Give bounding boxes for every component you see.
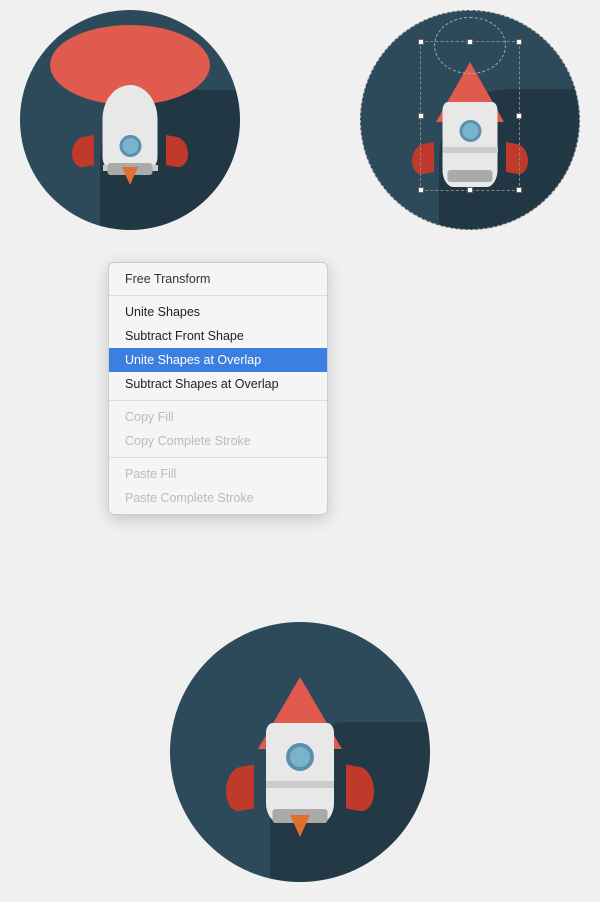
rocket-window	[119, 135, 141, 157]
selection-box	[420, 41, 520, 191]
menu-item-copy-fill: Copy Fill	[109, 405, 327, 429]
rocket-bottom	[250, 677, 350, 837]
menu-separator-1	[109, 295, 327, 296]
rocket-window-bottom	[286, 743, 314, 771]
menu-item-subtract-front[interactable]: Subtract Front Shape	[109, 324, 327, 348]
menu-item-unite-overlap[interactable]: Unite Shapes at Overlap	[109, 348, 327, 372]
handle-bm	[467, 187, 473, 193]
menu-item-free-transform[interactable]: Free Transform	[109, 267, 327, 291]
menu-item-paste-fill: Paste Fill	[109, 462, 327, 486]
handle-br	[516, 187, 522, 193]
handle-tr	[516, 39, 522, 45]
context-menu: Free Transform Unite Shapes Subtract Fro…	[108, 262, 328, 515]
rocket-icon-topright	[360, 10, 580, 230]
rocket-fin-left-bottom	[226, 765, 254, 814]
rocket-icon-topleft	[20, 10, 240, 230]
menu-separator-2	[109, 400, 327, 401]
menu-item-unite-shapes[interactable]: Unite Shapes	[109, 300, 327, 324]
handle-tm	[467, 39, 473, 45]
handle-tl	[418, 39, 424, 45]
menu-item-paste-stroke: Paste Complete Stroke	[109, 486, 327, 510]
rocket-icon-bottom	[170, 622, 430, 882]
rocket-body	[103, 85, 158, 170]
rocket-fin-left	[72, 135, 94, 169]
rocket-stripe-bottom	[266, 781, 334, 788]
rocket-topleft	[90, 55, 170, 185]
handle-ml	[418, 113, 424, 119]
menu-item-copy-stroke: Copy Complete Stroke	[109, 429, 327, 453]
menu-separator-3	[109, 457, 327, 458]
handle-bl	[418, 187, 424, 193]
rocket-body-bottom	[266, 723, 334, 823]
handle-mr	[516, 113, 522, 119]
rocket-flame-bottom	[290, 815, 310, 837]
rocket-flame	[122, 167, 138, 185]
menu-item-subtract-overlap[interactable]: Subtract Shapes at Overlap	[109, 372, 327, 396]
